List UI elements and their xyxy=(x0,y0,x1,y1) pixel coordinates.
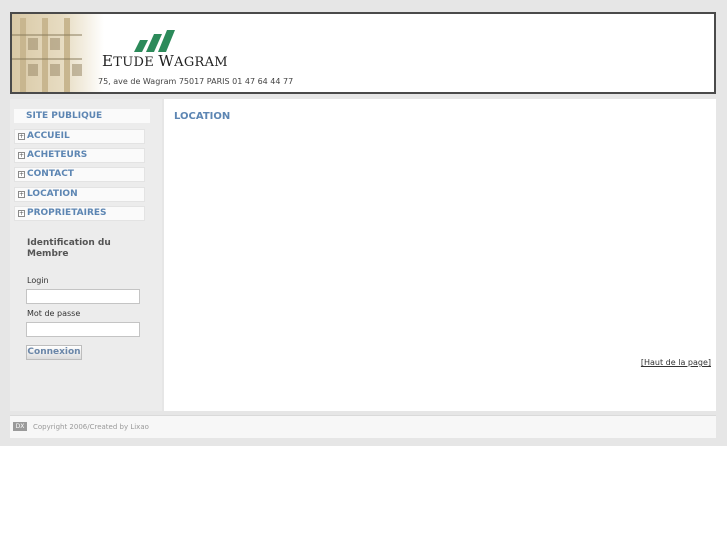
expand-plus-icon[interactable]: + xyxy=(18,133,25,140)
sidebar-item-label: LOCATION xyxy=(27,189,78,199)
footer-copyright: Copyright 2006/Created by Lixao xyxy=(33,423,149,431)
page-title: LOCATION xyxy=(174,111,231,122)
sidebar-item-contact[interactable]: + CONTACT xyxy=(14,167,145,182)
brand-initial-1: E xyxy=(102,52,114,70)
password-input[interactable] xyxy=(26,322,140,337)
sidebar-item-label: ACHETEURS xyxy=(27,150,88,160)
brand-logo-icon xyxy=(134,30,175,52)
sidebar-item-acheteurs[interactable]: + ACHETEURS xyxy=(14,148,145,163)
sidebar-site-title: SITE PUBLIQUE xyxy=(14,109,150,123)
login-box-title: Identification du Membre xyxy=(27,238,111,259)
site-footer: DX Copyright 2006/Created by Lixao xyxy=(10,415,716,438)
expand-plus-icon[interactable]: + xyxy=(18,210,25,217)
expand-plus-icon[interactable]: + xyxy=(18,152,25,159)
page-shell: ETUDE WAGRAM 75, ave de Wagram 75017 PAR… xyxy=(0,0,727,446)
login-input[interactable] xyxy=(26,289,140,304)
back-to-top-link[interactable]: [Haut de la page] xyxy=(641,358,711,367)
brand-word-1: TUDE xyxy=(113,55,159,70)
sidebar-item-accueil[interactable]: + ACCUEIL xyxy=(14,129,145,144)
brand-word-2: AGRAM xyxy=(174,55,228,70)
sidebar: SITE PUBLIQUE + ACCUEIL + ACHETEURS + CO… xyxy=(10,99,162,411)
creator-logo-icon: DX xyxy=(13,422,27,431)
brand-name: ETUDE WAGRAM xyxy=(102,52,228,70)
expand-plus-icon[interactable]: + xyxy=(18,191,25,198)
expand-plus-icon[interactable]: + xyxy=(18,171,25,178)
sidebar-item-label: ACCUEIL xyxy=(27,131,70,141)
login-label: Login xyxy=(27,276,49,285)
sidebar-item-label: CONTACT xyxy=(27,169,74,179)
header-address: 75, ave de Wagram 75017 PARIS 01 47 64 4… xyxy=(98,77,294,86)
sidebar-item-location[interactable]: + LOCATION xyxy=(14,187,145,202)
brand-initial-2: W xyxy=(158,52,175,70)
connexion-button[interactable]: Connexion xyxy=(26,345,82,360)
main-content: LOCATION [Haut de la page] xyxy=(164,99,716,411)
site-header: ETUDE WAGRAM 75, ave de Wagram 75017 PAR… xyxy=(10,12,716,94)
building-photo xyxy=(12,14,104,92)
sidebar-item-label: PROPRIETAIRES xyxy=(27,208,107,218)
sidebar-item-proprietaires[interactable]: + PROPRIETAIRES xyxy=(14,206,145,221)
password-label: Mot de passe xyxy=(27,309,81,318)
